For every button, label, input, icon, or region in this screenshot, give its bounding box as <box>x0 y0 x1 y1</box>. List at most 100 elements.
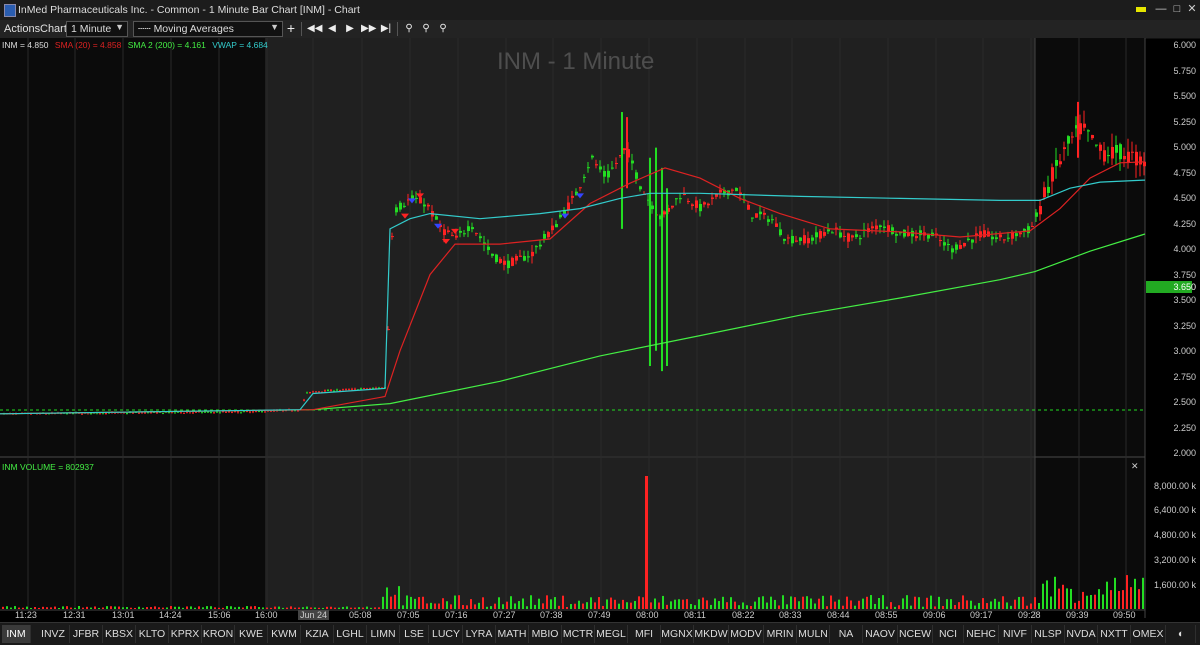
actions-menu[interactable]: Actions <box>4 23 40 35</box>
legend-sma200: SMA 2 (200) = 4.161 <box>127 40 206 50</box>
scroll-right-fast-icon[interactable]: ▶▶ <box>361 21 376 36</box>
volume-bar <box>166 607 168 609</box>
volume-bar <box>114 606 116 609</box>
tab-inm[interactable]: INM <box>2 625 31 643</box>
tab-scroll-icon[interactable]: ◐ <box>1167 625 1196 643</box>
price-bar-body <box>507 260 510 269</box>
tab-modv[interactable]: MODV <box>729 625 764 643</box>
tab-na[interactable]: NA <box>830 625 863 643</box>
volume-bar <box>1082 591 1084 609</box>
volume-bar <box>670 601 672 609</box>
tab-ncew[interactable]: NCEW <box>898 625 933 643</box>
volume-bar <box>30 607 32 609</box>
price-bar-body <box>675 198 678 200</box>
volume-bar <box>830 595 832 609</box>
volume-bar <box>106 606 108 609</box>
price-bar-body <box>847 233 850 242</box>
tab-limn[interactable]: LIMN <box>367 625 400 643</box>
tab-kbsx[interactable]: KBSX <box>103 625 136 643</box>
price-bar-body <box>1059 161 1062 165</box>
maximize-button[interactable]: □ <box>1170 3 1184 16</box>
volume-bar <box>330 606 332 609</box>
volume-bar <box>294 607 296 609</box>
zoom-out-icon[interactable]: ⚲ <box>436 21 450 36</box>
tab-jfbr[interactable]: JFBR <box>70 625 103 643</box>
volume-bar <box>850 600 852 609</box>
tab-nivf[interactable]: NIVF <box>999 625 1032 643</box>
tab-invz[interactable]: INVZ <box>37 625 70 643</box>
volume-bar <box>70 607 72 609</box>
tab-lucy[interactable]: LUCY <box>430 625 463 643</box>
price-bar-body <box>479 236 482 239</box>
scroll-left-icon[interactable]: ◀ <box>325 21 339 36</box>
tab-megl[interactable]: MEGL <box>595 625 628 643</box>
tab-lse[interactable]: LSE <box>400 625 429 643</box>
tab-kwe[interactable]: KWE <box>235 625 268 643</box>
volume-bar <box>846 596 848 609</box>
zoom-in-icon[interactable]: ⚲ <box>419 21 433 36</box>
tab-nvda[interactable]: NVDA <box>1065 625 1098 643</box>
volume-bar <box>390 596 392 609</box>
tab-naov[interactable]: NAOV <box>863 625 898 643</box>
tab-mfi[interactable]: MFI <box>628 625 661 643</box>
tab-lyra[interactable]: LYRA <box>463 625 496 643</box>
volume-bar <box>510 596 512 609</box>
price-tick: 3.500 <box>1173 295 1196 305</box>
tab-mkdw[interactable]: MKDW <box>694 625 729 643</box>
price-bar-body <box>1039 206 1042 215</box>
time-tick: 08:11 <box>684 610 706 620</box>
interval-select[interactable]: 1 Minute ▼ <box>66 21 128 37</box>
price-bar-body <box>791 235 794 244</box>
tab-muln[interactable]: MULN <box>797 625 830 643</box>
volume-bar <box>446 601 448 609</box>
price-bar-body <box>66 413 68 415</box>
price-bar-body <box>1051 167 1054 182</box>
tab-kwm[interactable]: KWM <box>268 625 301 643</box>
price-bar-body <box>595 164 598 166</box>
tab-kprx[interactable]: KPRX <box>169 625 202 643</box>
tab-kzia[interactable]: KZIA <box>301 625 334 643</box>
volume-bar <box>22 607 24 609</box>
scroll-to-start-icon[interactable]: ◀◀ <box>307 21 322 36</box>
tab-klto[interactable]: KLTO <box>136 625 169 643</box>
tab-mctr[interactable]: MCTR <box>562 625 595 643</box>
scroll-right-icon[interactable]: ▶ <box>343 21 357 36</box>
add-indicator-icon[interactable]: + <box>284 21 298 36</box>
tab-mgnx[interactable]: MGNX <box>661 625 694 643</box>
indicator-select[interactable]: ┄┄ Moving Averages ▼ <box>133 21 283 37</box>
tab-nxtt[interactable]: NXTT <box>1098 625 1131 643</box>
volume-bar <box>26 606 28 609</box>
minimize-button[interactable]: — <box>1154 3 1168 16</box>
link-color-icon[interactable] <box>1134 3 1148 16</box>
close-button[interactable]: ✕ <box>1185 3 1199 16</box>
chart-menu[interactable]: Chart <box>40 23 67 35</box>
divider <box>301 22 302 36</box>
price-bar-body <box>1031 226 1034 228</box>
symbol-tab-bar: INM INVZ JFBR KBSX KLTO KPRX KRON KWE KW… <box>0 622 1200 645</box>
price-bar-body <box>511 257 514 266</box>
tab-lghl[interactable]: LGHL <box>334 625 367 643</box>
price-bar-body <box>291 410 293 412</box>
chart-area[interactable]: INM - 1 Minute INM = 4.850 SMA (20) = 4.… <box>0 38 1200 636</box>
price-bar-body <box>903 229 906 237</box>
tab-nci[interactable]: NCI <box>933 625 964 643</box>
volume-bar <box>950 599 952 609</box>
price-bar-body <box>1063 147 1066 150</box>
tab-nlsp[interactable]: NLSP <box>1032 625 1065 643</box>
tab-mbio[interactable]: MBIO <box>529 625 562 643</box>
price-bar-body <box>999 234 1002 238</box>
scroll-to-end-icon[interactable]: ▶| <box>379 21 393 36</box>
price-tick: 3.000 <box>1173 346 1196 356</box>
price-bar-body <box>515 255 518 261</box>
tab-mrin[interactable]: MRIN <box>764 625 797 643</box>
tab-omex[interactable]: OMEX <box>1131 625 1166 643</box>
tab-kron[interactable]: KRON <box>202 625 235 643</box>
price-bar-body <box>249 411 251 413</box>
price-chart-svg[interactable] <box>0 38 1200 636</box>
price-bar-body <box>213 412 215 414</box>
tab-nehc[interactable]: NEHC <box>964 625 999 643</box>
volume-bar <box>102 607 104 609</box>
tab-math[interactable]: MATH <box>496 625 529 643</box>
volume-pane-close-icon[interactable]: ✕ <box>1131 461 1139 472</box>
zoom-icon[interactable]: ⚲ <box>402 21 416 36</box>
